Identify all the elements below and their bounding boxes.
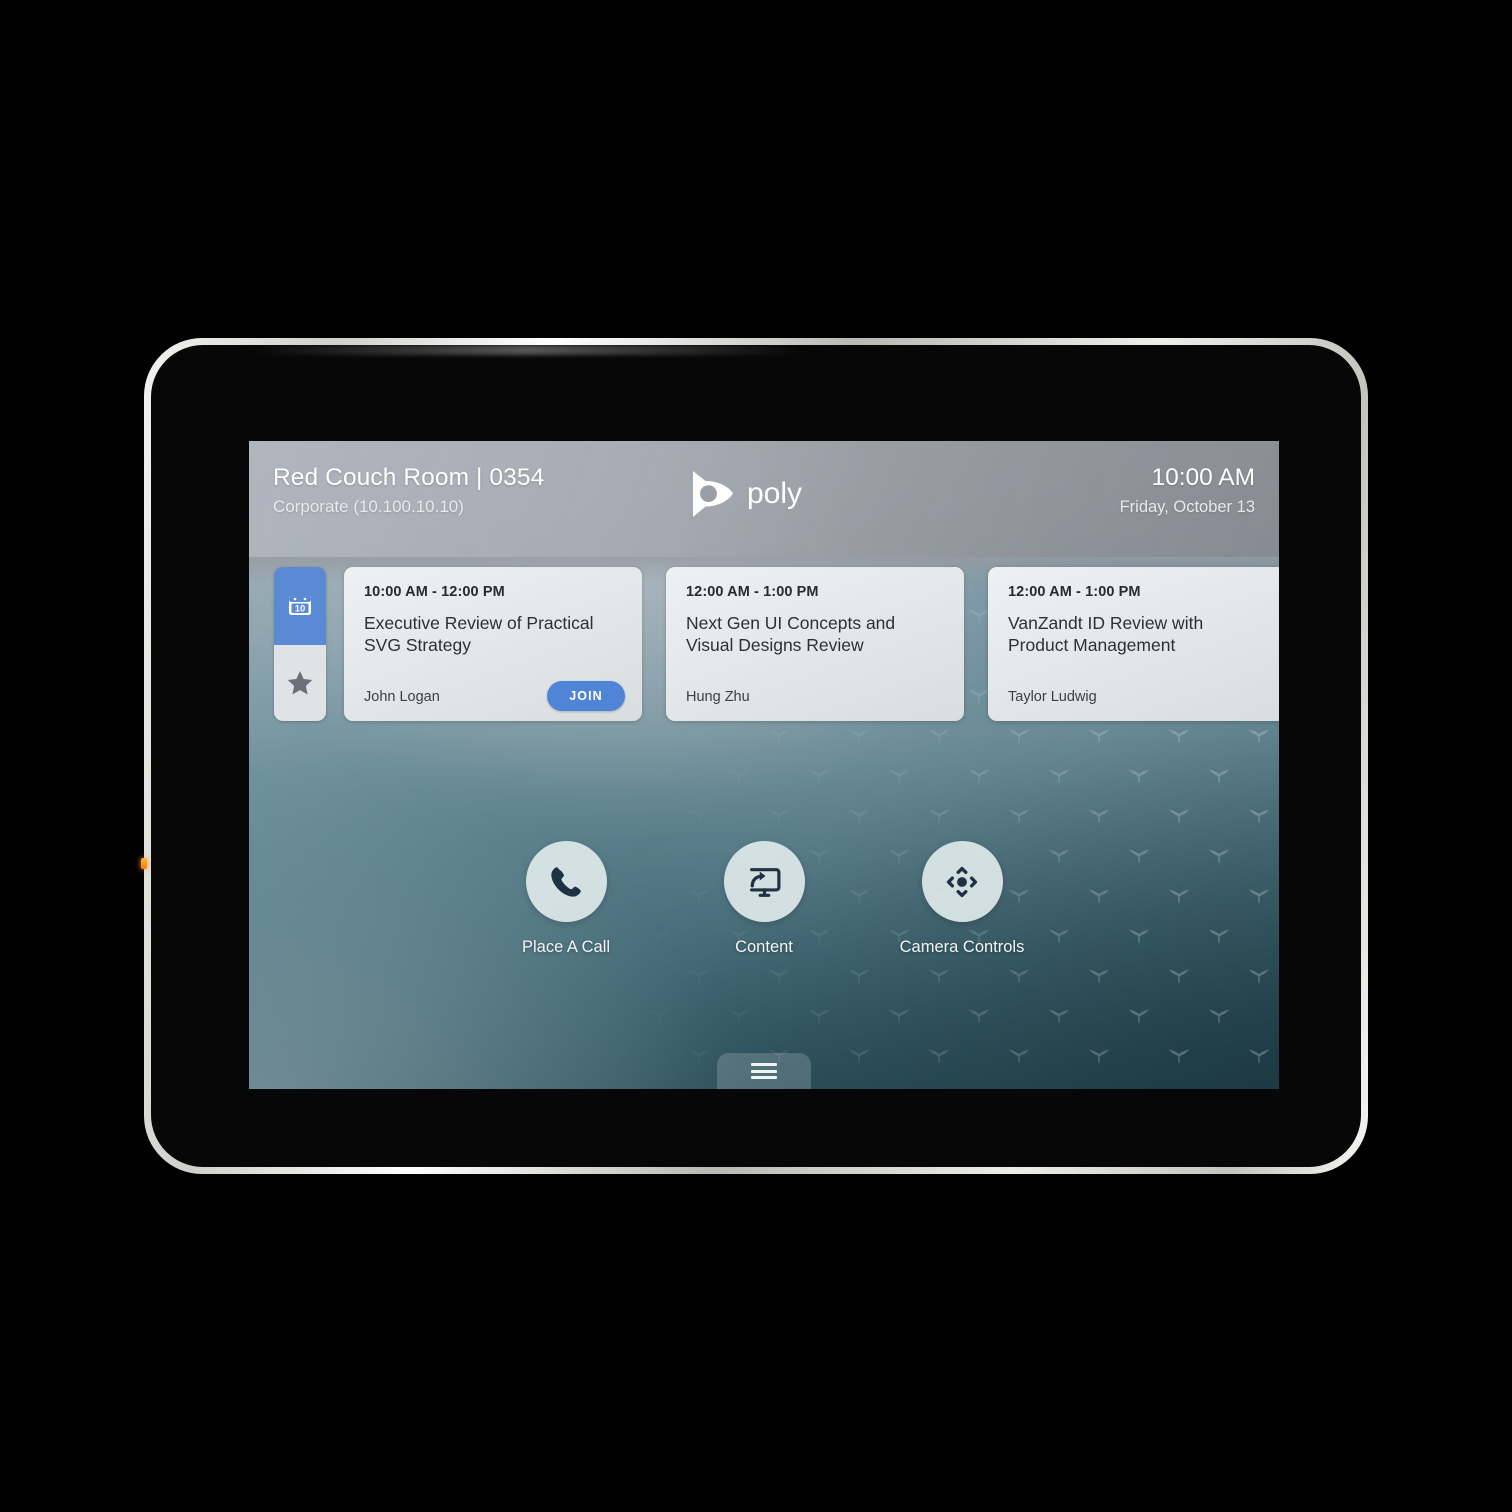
meeting-time: 12:00 AM - 1:00 PM [686,584,819,600]
room-name: Red Couch Room | 0354 [273,464,545,491]
camera-controls-button-circle [921,841,1003,922]
meeting-organizer: Hung Zhu [686,689,750,705]
agenda-rail: 10 [274,567,326,721]
meeting-card[interactable]: 10:00 AM - 12:00 PM Executive Review of … [344,567,642,721]
action-button-row: Place A Call Content Camera Controls [249,841,1279,957]
meeting-organizer: Taylor Ludwig [1008,689,1097,705]
camera-pan-tilt-icon [946,866,978,897]
poly-wordmark: poly [747,477,802,510]
svg-text:poly: poly [747,477,802,510]
camera-controls-button[interactable]: Camera Controls [892,841,1032,957]
meeting-time: 12:00 AM - 1:00 PM [1008,584,1141,600]
current-time: 10:00 AM [1151,464,1255,491]
place-a-call-button[interactable]: Place A Call [496,841,636,957]
poly-propeller-logo-icon [693,471,733,517]
calendar-icon: 10 [289,596,311,615]
content-button[interactable]: Content [694,841,834,957]
screenshot-root: Red Couch Room | 0354 Corporate (10.100.… [0,0,1512,1512]
meeting-card[interactable]: 12:00 AM - 1:00 PM Next Gen UI Concepts … [666,567,964,721]
content-button-circle [723,841,805,922]
place-a-call-button-circle [525,841,607,922]
poly-brand-logo: poly [689,469,839,519]
meeting-organizer: John Logan [364,689,440,705]
star-icon [287,671,313,695]
tablet-device: Red Couch Room | 0354 Corporate (10.100.… [141,338,1368,1174]
screen-share-icon [750,867,781,897]
meeting-card[interactable]: 12:00 AM - 1:00 PM VanZandt ID Review wi… [988,567,1279,721]
clock-block: 10:00 AM Friday, October 13 [1120,463,1255,519]
room-address: Corporate (10.100.10.10) [273,497,464,516]
bottom-menu-handle[interactable] [717,1053,811,1089]
room-info: Red Couch Room | 0354 Corporate (10.100.… [273,463,544,519]
meeting-time: 10:00 AM - 12:00 PM [364,584,505,600]
status-led-indicator [141,858,147,869]
bezel-gloss [247,345,805,355]
meeting-title: Next Gen UI Concepts and Visual Designs … [686,613,896,655]
camera-controls-label: Camera Controls [899,938,1025,956]
current-date: Friday, October 13 [1119,498,1255,516]
tablet-bezel: Red Couch Room | 0354 Corporate (10.100.… [151,345,1361,1167]
meeting-title: Executive Review of Practical SVG Strate… [364,613,594,655]
screen-header: Red Couch Room | 0354 Corporate (10.100.… [249,441,1279,583]
calendar-day-number: 10 [295,604,306,615]
calendar-tab[interactable]: 10 [274,567,326,645]
content-label: Content [735,938,793,956]
place-a-call-label: Place A Call [521,938,611,956]
agenda-strip: 10 10:00 AM - 12:00 PM Executive Review … [249,567,1279,723]
favorites-tab[interactable] [274,645,326,721]
tablet-screen: Red Couch Room | 0354 Corporate (10.100.… [249,441,1279,1089]
phone-handset-icon [551,866,581,897]
meeting-title: VanZandt ID Review with Product Manageme… [1008,613,1204,655]
hamburger-menu-icon [751,1060,777,1083]
meeting-card-list: 10:00 AM - 12:00 PM Executive Review of … [344,567,1279,723]
join-button[interactable]: JOIN [547,681,625,711]
